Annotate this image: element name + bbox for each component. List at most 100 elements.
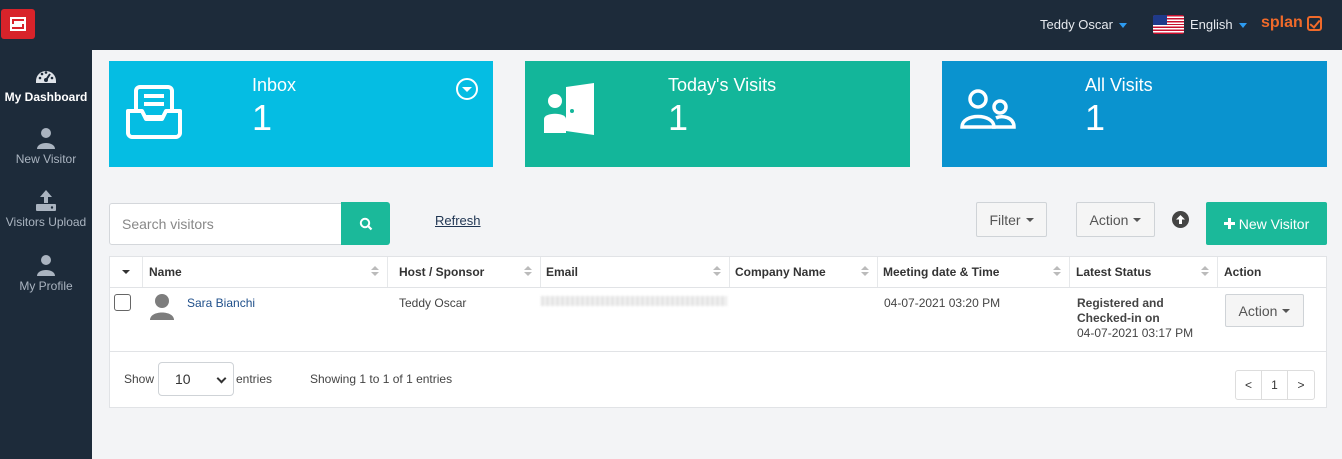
logo-icon [10,17,26,31]
plus-icon [1223,218,1235,229]
column-label: Company Name [735,265,826,279]
show-label: Show [124,372,155,386]
user-menu[interactable]: Teddy Oscar [1040,17,1127,32]
caret-down-icon [122,270,130,274]
caret-down-icon [1025,217,1034,222]
filter-dropdown[interactable]: Filter [976,202,1047,237]
sidebar-item-label: Visitors Upload [5,215,87,229]
new-visitor-button[interactable]: New Visitor [1206,202,1327,245]
next-page-button[interactable]: > [1288,371,1314,399]
column-header-action: Action [1218,257,1328,287]
row-action-label: Action [1238,302,1278,319]
caret-down-icon [1282,308,1291,313]
status-date: 04-07-2021 03:17 PM [1077,326,1194,340]
status-text: Registered and [1077,296,1164,310]
column-header-latest-status[interactable]: Latest Status [1070,257,1218,287]
visitor-name-link[interactable]: Sara Bianchi [187,296,255,310]
checkbox-icon [1306,15,1322,31]
upload-button[interactable] [1172,211,1189,228]
column-label: Latest Status [1076,265,1152,279]
sort-icon [1201,266,1209,278]
all-visits-card[interactable]: All Visits 1 [942,61,1327,167]
sidebar-item-my-profile[interactable]: My Profile [0,253,92,307]
select-all-dropdown[interactable] [110,257,143,287]
email-cell-redacted [541,296,727,306]
status-text: Checked-in on [1077,311,1160,325]
us-flag-icon [1153,15,1184,34]
inbox-card[interactable]: Inbox 1 [109,61,493,167]
sidebar-item-label: My Profile [19,279,73,293]
language-label: English [1190,17,1233,32]
avatar-icon [150,294,174,320]
column-header-company[interactable]: Company Name [729,257,878,287]
column-header-email[interactable]: Email [540,257,730,287]
door-person-icon [544,83,594,135]
sort-icon [861,266,869,278]
brand-name: splan [1261,14,1303,31]
card-title: Inbox [252,75,297,95]
caret-down-icon [1133,217,1142,222]
inbox-icon [126,85,182,139]
todays-visits-card[interactable]: Today's Visits 1 [525,61,910,167]
sidebar-item-my-dashboard[interactable]: My Dashboard [0,64,92,118]
search-input[interactable] [109,203,342,245]
column-label: Email [546,265,579,279]
chevron-down-circle-icon[interactable] [455,77,479,101]
sidebar-item-new-visitor[interactable]: New Visitor [0,126,92,180]
host-cell: Teddy Oscar [399,296,467,310]
language-menu[interactable]: English [1153,15,1247,34]
column-header-meeting-date[interactable]: Meeting date & Time [877,257,1070,287]
upload-icon [36,190,56,211]
search-icon [359,217,372,230]
refresh-link[interactable]: Refresh [435,213,481,228]
top-bar: Teddy Oscar English splan [0,0,1342,50]
search-button[interactable] [341,202,390,245]
chevron-down-icon [216,373,227,384]
meeting-date-cell: 04-07-2021 03:20 PM [884,296,1001,310]
prev-page-button[interactable]: < [1236,371,1262,399]
column-header-name[interactable]: Name [143,257,388,287]
entries-select[interactable]: 10 [158,362,234,396]
sort-icon [524,266,532,278]
column-header-host[interactable]: Host / Sponsor [393,257,541,287]
action-label: Action [1089,211,1129,228]
column-label: Action [1224,265,1262,279]
card-count: 1 [252,97,273,138]
status-cell: Registered and Checked-in on 04-07-2021 … [1077,296,1193,341]
entries-value: 10 [175,371,191,387]
column-label: Host / Sponsor [399,265,485,279]
row-divider [110,351,1326,352]
card-title: All Visits [1085,75,1153,95]
entries-label: entries [236,372,273,386]
row-checkbox[interactable] [114,294,131,311]
card-count: 1 [1085,97,1106,138]
header-divider [110,287,1326,288]
chevron-down-icon [1118,23,1127,28]
sort-icon [371,266,379,278]
column-label: Name [149,265,182,279]
app-logo[interactable] [1,9,35,39]
showing-info: Showing 1 to 1 of 1 entries [310,372,453,386]
sidebar-item-visitors-upload[interactable]: Visitors Upload [0,189,92,243]
sort-icon [1053,266,1061,278]
chevron-down-icon [1238,23,1247,28]
row-action-dropdown[interactable]: Action [1225,294,1304,327]
user-icon [37,255,55,276]
page-1-button[interactable]: 1 [1262,371,1288,399]
column-label: Meeting date & Time [883,265,1000,279]
pagination: < 1 > [1235,370,1315,400]
arrow-up-icon [1176,215,1185,224]
user-icon [37,128,55,149]
brand-logo: splan [1261,14,1322,32]
users-icon [960,89,1016,129]
sidebar: My Dashboard New Visitor Visitors Upload… [0,50,92,459]
action-dropdown[interactable]: Action [1076,202,1155,237]
sidebar-item-label: My Dashboard [4,90,88,104]
dashboard-icon [36,71,56,83]
card-count: 1 [668,97,689,138]
card-title: Today's Visits [668,75,777,95]
new-visitor-label: New Visitor [1238,215,1310,232]
user-name: Teddy Oscar [1040,17,1113,32]
sidebar-item-label: New Visitor [15,152,77,166]
sort-icon [713,266,721,278]
